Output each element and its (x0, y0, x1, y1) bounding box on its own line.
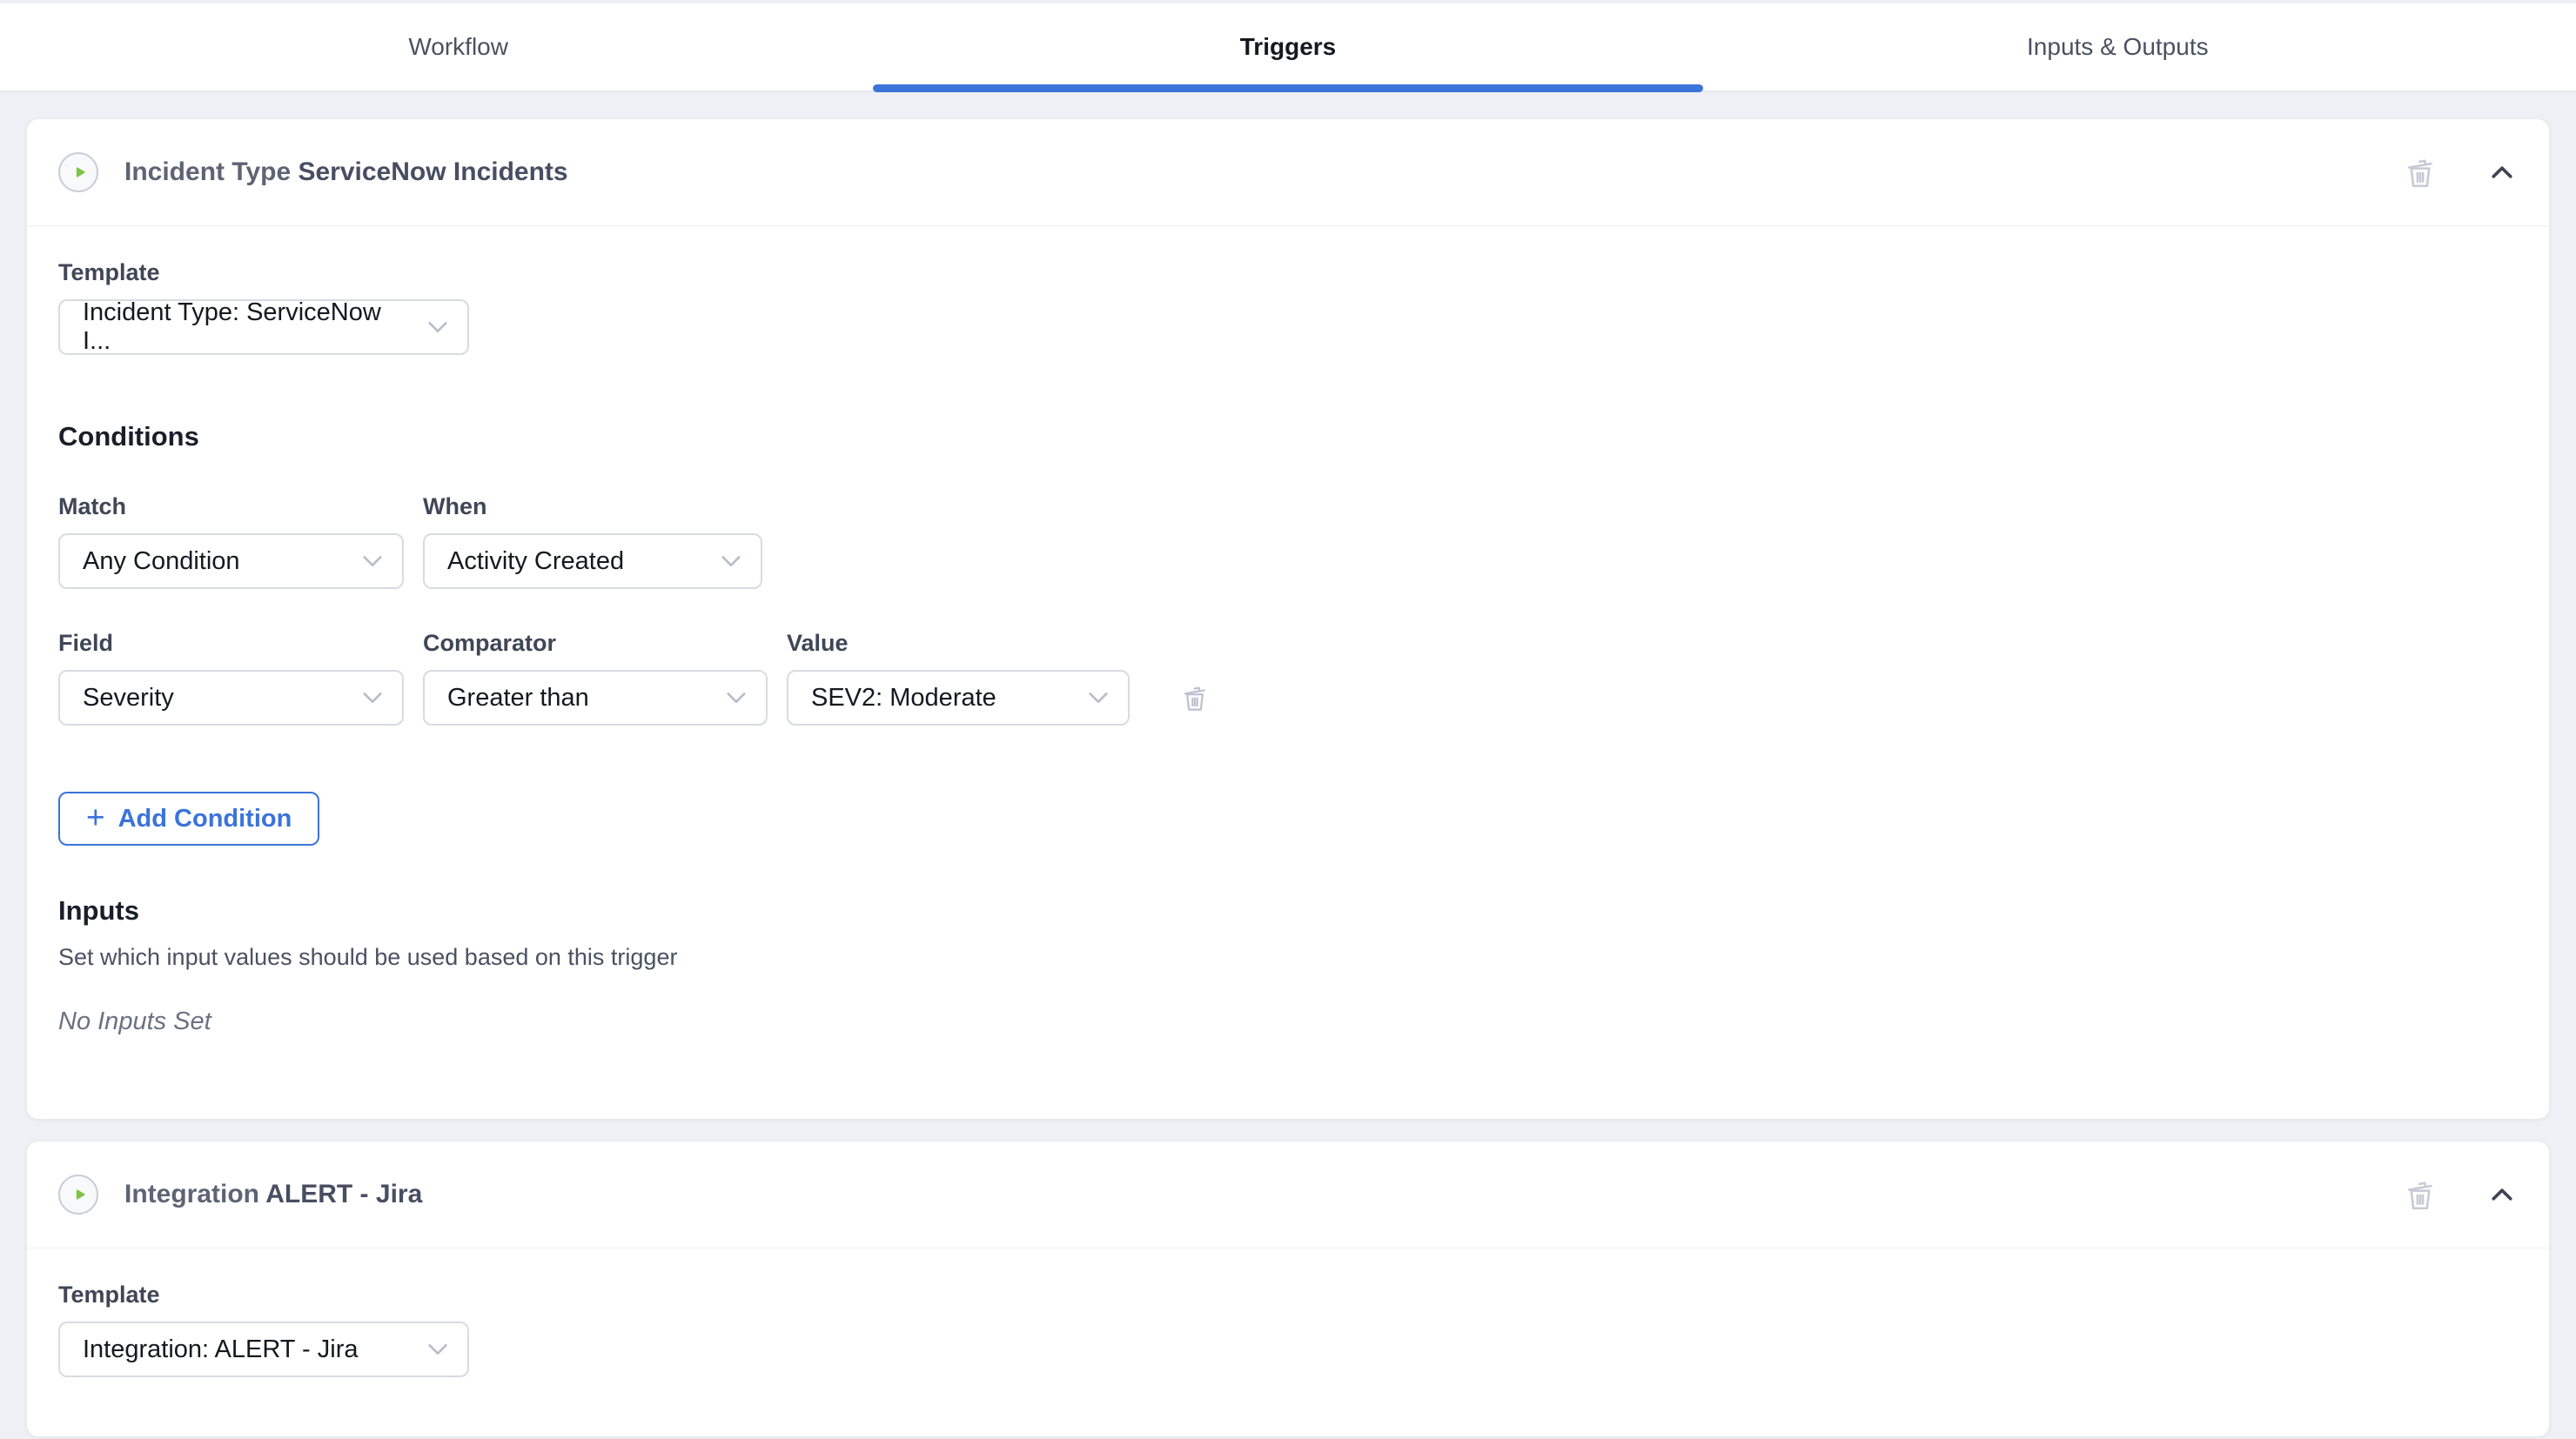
when-group: When Activity Created (423, 493, 762, 589)
value-group: Value SEV2: Moderate (787, 630, 1130, 726)
field-select[interactable]: Severity (58, 670, 404, 726)
field-label: Field (58, 630, 404, 657)
value-label: Value (787, 630, 1130, 657)
active-tab-underline (873, 84, 1702, 92)
template-label: Template (58, 259, 2518, 286)
template-select-value: Integration: ALERT - Jira (83, 1335, 358, 1364)
chevron-down-icon (427, 1343, 448, 1355)
tab-triggers-label: Triggers (1240, 33, 1336, 61)
comparator-group: Comparator Greater than (423, 630, 768, 726)
template-label: Template (58, 1282, 2518, 1308)
chevron-down-icon (1088, 692, 1109, 704)
add-condition-label: Add Condition (118, 805, 292, 833)
field-group: Field Severity (58, 630, 404, 726)
inputs-empty-state: No Inputs Set (58, 1007, 2518, 1036)
match-select[interactable]: Any Condition (58, 533, 404, 589)
tab-inputs-outputs[interactable]: Inputs & Outputs (1703, 3, 2532, 90)
tab-bar: Workflow Triggers Inputs & Outputs (0, 3, 2576, 92)
trigger-card-title: Incident Type ServiceNow Incidents (124, 157, 568, 187)
trigger-name: ServiceNow Incidents (298, 157, 567, 186)
trash-icon (2401, 153, 2439, 191)
play-icon (58, 152, 98, 192)
chevron-down-icon (427, 321, 448, 333)
match-group: Match Any Condition (58, 493, 404, 589)
when-label: When (423, 493, 762, 520)
when-select-value: Activity Created (447, 547, 624, 576)
inputs-description: Set which input values should be used ba… (58, 944, 2518, 971)
trigger-card-header: Incident Type ServiceNow Incidents (27, 119, 2549, 226)
trigger-card-integration: Integration ALERT - Jira (26, 1141, 2550, 1437)
chevron-down-icon (721, 555, 741, 567)
comparator-select[interactable]: Greater than (423, 670, 768, 726)
trash-icon (2401, 1175, 2439, 1214)
trigger-card-header: Integration ALERT - Jira (27, 1141, 2549, 1248)
template-select-value: Incident Type: ServiceNow I... (83, 298, 410, 356)
comparator-select-value: Greater than (447, 684, 589, 713)
add-condition-button[interactable]: + Add Condition (58, 792, 319, 846)
match-select-value: Any Condition (83, 547, 240, 576)
trigger-card-body: Template Integration: ALERT - Jira (27, 1248, 2549, 1429)
trigger-card-title: Integration ALERT - Jira (124, 1180, 422, 1209)
condition-row: Field Severity Comparator Greater than V… (58, 630, 2518, 726)
tab-workflow-label: Workflow (408, 33, 508, 61)
when-select[interactable]: Activity Created (423, 533, 762, 589)
plus-icon: + (86, 801, 105, 833)
chevron-down-icon (726, 692, 747, 704)
header-actions (2401, 1175, 2518, 1214)
collapse-card-button[interactable] (2486, 157, 2518, 188)
value-select[interactable]: SEV2: Moderate (787, 670, 1130, 726)
field-select-value: Severity (83, 684, 174, 713)
trash-icon (1178, 681, 1211, 714)
match-when-row: Match Any Condition When Activity Create… (58, 493, 2518, 589)
chevron-up-icon (2486, 157, 2518, 188)
delete-trigger-button[interactable] (2401, 1175, 2439, 1214)
delete-condition-button[interactable] (1178, 681, 1211, 714)
delete-trigger-button[interactable] (2401, 153, 2439, 191)
header-actions (2401, 153, 2518, 191)
inputs-heading: Inputs (58, 895, 2518, 927)
chevron-down-icon (362, 692, 383, 704)
trigger-card-body: Template Incident Type: ServiceNow I... … (27, 226, 2549, 1119)
trigger-type-label: Integration (124, 1180, 259, 1208)
play-icon (58, 1175, 98, 1215)
collapse-card-button[interactable] (2486, 1179, 2518, 1210)
chevron-down-icon (362, 555, 383, 567)
tab-inputs-outputs-label: Inputs & Outputs (2027, 33, 2209, 61)
match-label: Match (58, 493, 404, 520)
tab-triggers[interactable]: Triggers (873, 3, 1702, 90)
template-select[interactable]: Integration: ALERT - Jira (58, 1322, 469, 1377)
triggers-panel: Incident Type ServiceNow Incidents (0, 92, 2576, 1437)
value-select-value: SEV2: Moderate (811, 684, 996, 713)
comparator-label: Comparator (423, 630, 768, 657)
trigger-type-label: Incident Type (124, 157, 291, 186)
trigger-card-incident-type: Incident Type ServiceNow Incidents (26, 118, 2550, 1120)
trigger-name: ALERT - Jira (265, 1180, 422, 1208)
conditions-heading: Conditions (58, 421, 2518, 452)
template-select[interactable]: Incident Type: ServiceNow I... (58, 299, 469, 355)
chevron-up-icon (2486, 1179, 2518, 1210)
tab-workflow[interactable]: Workflow (44, 3, 873, 90)
